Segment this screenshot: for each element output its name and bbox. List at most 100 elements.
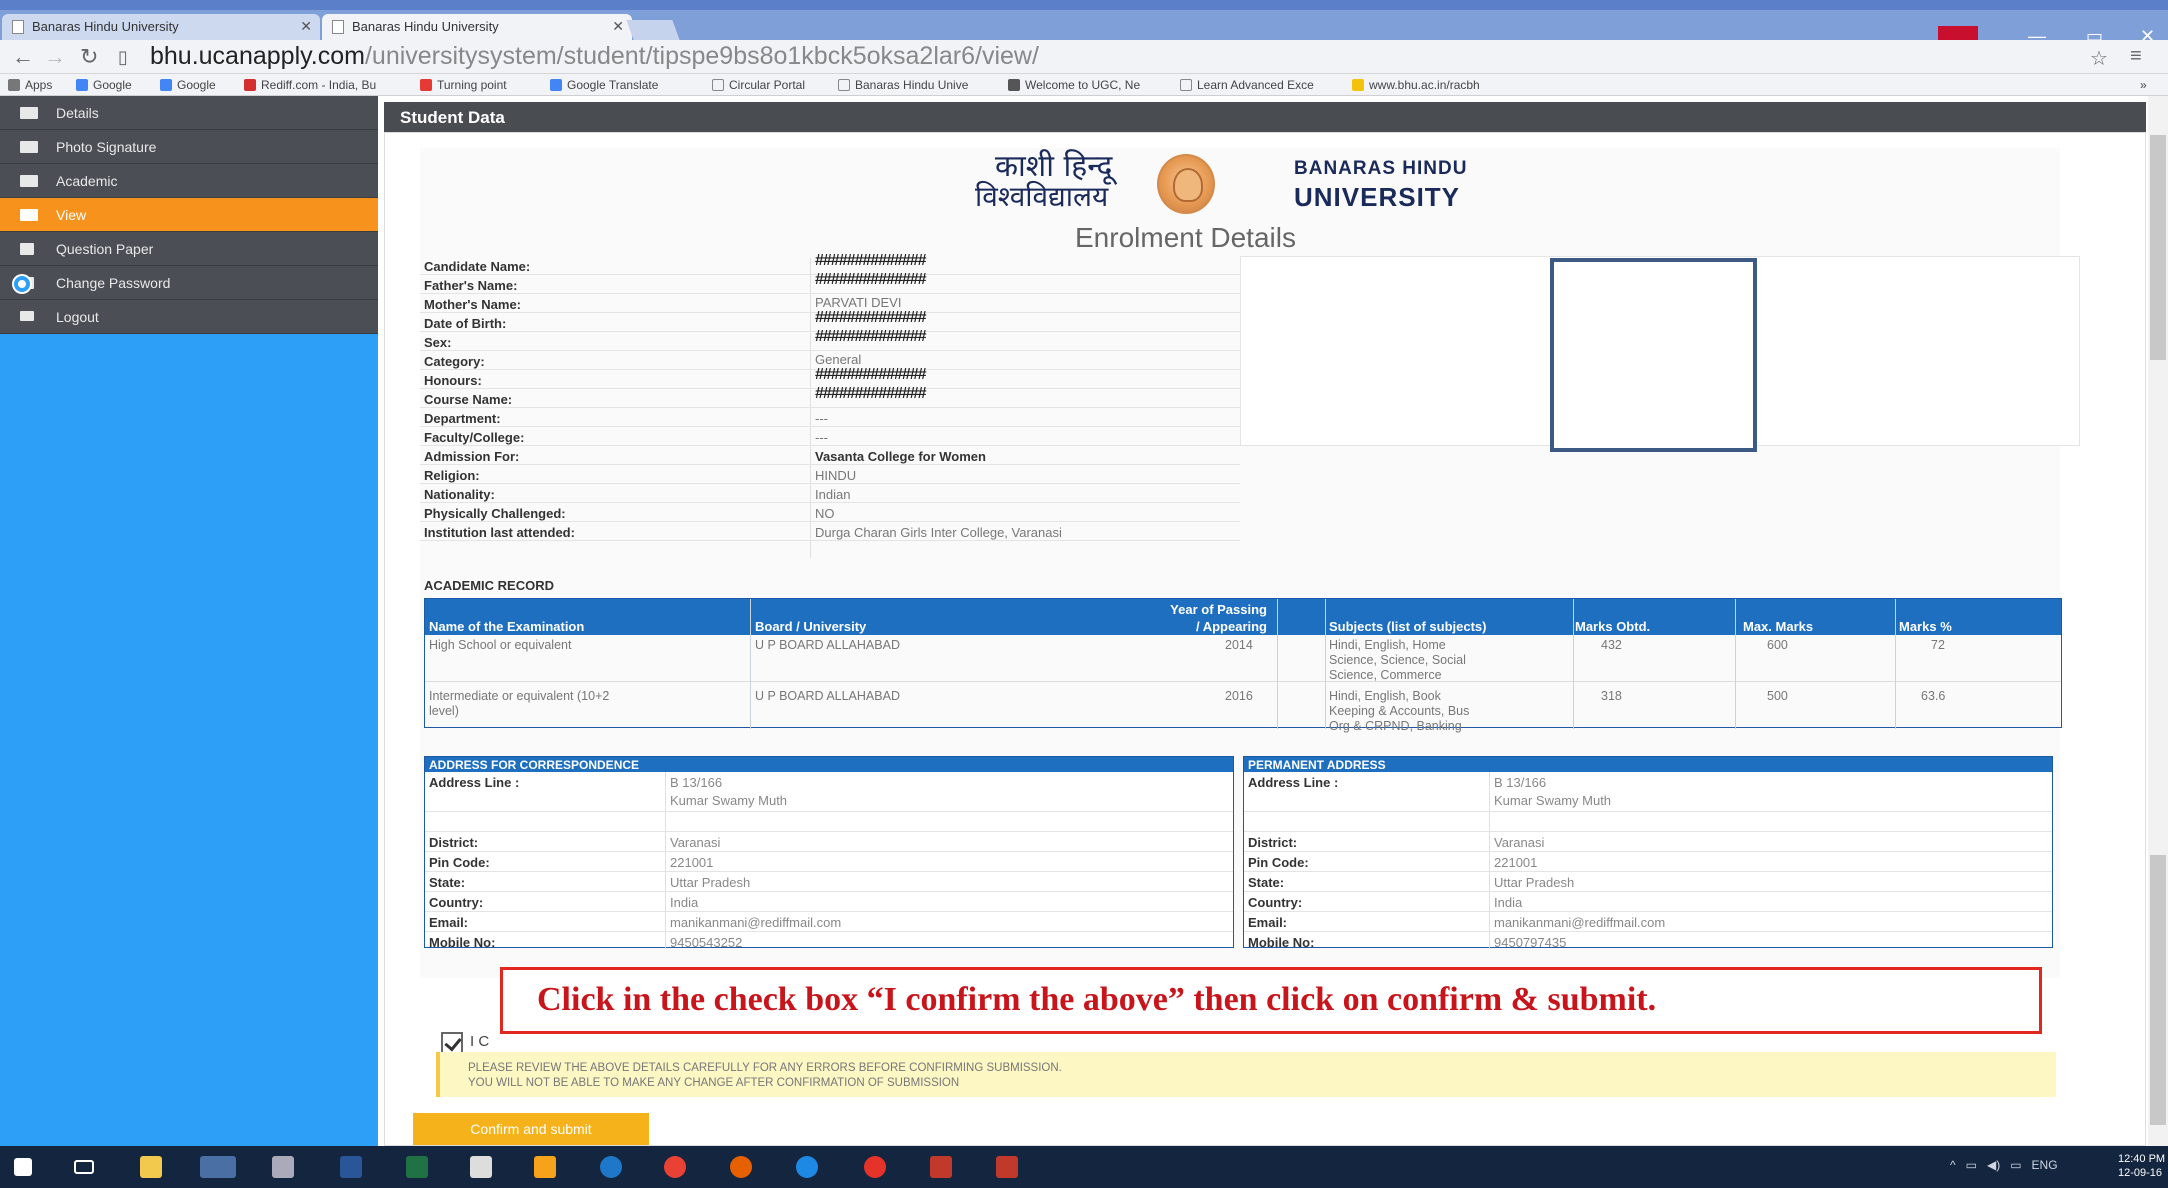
- confirm-submit-button[interactable]: Confirm and submit: [413, 1113, 649, 1145]
- back-icon[interactable]: ←: [12, 44, 34, 70]
- bookmark-circular-portal[interactable]: Circular Portal: [712, 78, 805, 92]
- bookmark-apps[interactable]: Apps: [8, 78, 52, 92]
- scrollbar-thumb-lower[interactable]: [2150, 855, 2166, 1125]
- tab-1[interactable]: Banaras Hindu University ✕: [2, 14, 320, 40]
- star-icon[interactable]: ☆: [2090, 46, 2108, 71]
- instruction-annotation: Click in the check box “I confirm the ab…: [500, 967, 2042, 1034]
- detail-row: Admission For: Vasanta College for Women: [420, 446, 1240, 465]
- detail-value: ##############: [815, 366, 927, 383]
- bookmark-rediff[interactable]: Rediff.com - India, Bu: [244, 78, 376, 92]
- detail-value: ##############: [815, 271, 927, 288]
- windows-start-icon[interactable]: [14, 1158, 32, 1176]
- detail-label: Nationality:: [424, 487, 495, 502]
- detail-value: Vasanta College for Women: [815, 449, 986, 464]
- col-exam: Name of the Examination: [429, 619, 585, 634]
- sidebar-item-academic[interactable]: Academic: [0, 164, 378, 198]
- close-icon[interactable]: ✕: [612, 18, 624, 35]
- bookmark-google-translate[interactable]: Google Translate: [550, 78, 658, 92]
- col-marks-pct: Marks %: [1899, 619, 1952, 634]
- col-subjects: Subjects (list of subjects): [1329, 619, 1487, 634]
- scrollbar-thumb[interactable]: [2150, 135, 2166, 360]
- bookmarks-bar: Apps Google Google Rediff.com - India, B…: [0, 74, 2168, 96]
- list-icon: [20, 107, 38, 119]
- detail-row: Father's Name: ##############: [420, 271, 1240, 294]
- bookmark-turning-point[interactable]: Turning point: [420, 78, 507, 92]
- list-icon: [20, 209, 38, 221]
- clock[interactable]: 12:40 PM 12-09-16: [2118, 1152, 2165, 1180]
- task-view-icon[interactable]: [74, 1160, 94, 1174]
- detail-label: Religion:: [424, 468, 480, 483]
- app-icon[interactable]: [930, 1156, 952, 1178]
- bookmark-google-2[interactable]: Google: [160, 78, 216, 92]
- detail-value: Durga Charan Girls Inter College, Varana…: [815, 525, 1062, 540]
- bookmark-learn-excel[interactable]: Learn Advanced Exce: [1180, 78, 1314, 92]
- sidebar-item-view[interactable]: View: [0, 198, 378, 232]
- file-explorer-icon[interactable]: [140, 1156, 162, 1178]
- warning-line-2: YOU WILL NOT BE ABLE TO MAKE ANY CHANGE …: [468, 1077, 960, 1089]
- app-icon[interactable]: [534, 1156, 556, 1178]
- edit-icon: [20, 243, 34, 255]
- detail-value: General: [815, 352, 862, 367]
- address-permanent-title: PERMANENT ADDRESS: [1244, 757, 2052, 772]
- opera-icon[interactable]: [864, 1156, 886, 1178]
- warning-line-1: PLEASE REVIEW THE ABOVE DETAILS CAREFULL…: [468, 1062, 1062, 1074]
- tab-2[interactable]: Banaras Hindu University ✕: [322, 14, 632, 40]
- detail-label: Physically Challenged:: [424, 506, 566, 521]
- url-input[interactable]: bhu.ucanapply.com/universitysystem/stude…: [150, 42, 1039, 71]
- calculator-icon[interactable]: [470, 1156, 492, 1178]
- bookmark-google-1[interactable]: Google: [76, 78, 132, 92]
- confirm-checkbox[interactable]: [441, 1032, 463, 1054]
- excel-icon[interactable]: [406, 1156, 428, 1178]
- reload-icon[interactable]: ↻: [80, 44, 98, 70]
- taskbar: ^ ▭ ◀) ▭ ENG 12:40 PM 12-09-16: [0, 1146, 2168, 1188]
- sidebar-item-logout[interactable]: Logout: [0, 300, 378, 334]
- academic-record-table: Name of the Examination Board / Universi…: [424, 598, 2062, 733]
- detail-label: Category:: [424, 354, 485, 369]
- address-correspondence: ADDRESS FOR CORRESPONDENCE Address Line …: [424, 756, 1234, 950]
- detail-value: Indian: [815, 487, 851, 502]
- sidebar-item-details[interactable]: Details: [0, 96, 378, 130]
- enrolment-title: Enrolment Details: [1075, 222, 1296, 253]
- firefox-icon[interactable]: [730, 1156, 752, 1178]
- detail-label: Date of Birth:: [424, 316, 507, 331]
- language-indicator[interactable]: ENG: [2032, 1158, 2058, 1172]
- confirm-checkbox-label[interactable]: I C: [470, 1033, 489, 1050]
- detail-value: ##############: [815, 385, 927, 402]
- sidebar-item-photo-signature[interactable]: Photo Signature: [0, 130, 378, 164]
- tab-1-label: Banaras Hindu University: [32, 19, 179, 34]
- app-icon[interactable]: [200, 1156, 236, 1178]
- ie-icon[interactable]: [796, 1156, 818, 1178]
- table-row: Intermediate or equivalent (10+2 level) U…: [429, 689, 1946, 733]
- app-icon[interactable]: [272, 1156, 294, 1178]
- detail-label: Mother's Name:: [424, 297, 521, 312]
- bookmark-bhu[interactable]: Banaras Hindu Unive: [838, 78, 968, 92]
- address-correspondence-title: ADDRESS FOR CORRESPONDENCE: [425, 757, 1233, 772]
- table-row: High School or equivalent U P BOARD ALLA…: [425, 635, 2061, 682]
- forward-icon[interactable]: →: [44, 44, 66, 70]
- detail-value: ##############: [815, 252, 927, 269]
- new-tab-button[interactable]: [626, 20, 680, 40]
- address-bar: ← → ↻ ▯ bhu.ucanapply.com/universitysyst…: [0, 40, 2168, 74]
- detail-label: Department:: [424, 411, 501, 426]
- sidebar-item-change-password[interactable]: Change Password: [0, 266, 378, 300]
- chrome-icon[interactable]: [664, 1156, 686, 1178]
- photo-placeholder: [1550, 258, 1757, 452]
- bookmark-ugc[interactable]: Welcome to UGC, Ne: [1008, 78, 1140, 92]
- menu-icon[interactable]: ≡: [2130, 45, 2142, 68]
- list-icon: [20, 141, 38, 153]
- panel-title: Student Data: [384, 102, 2146, 132]
- sidebar-item-question-paper[interactable]: Question Paper: [0, 232, 378, 266]
- detail-label: Honours:: [424, 373, 482, 388]
- word-icon[interactable]: [340, 1156, 362, 1178]
- bookmark-bhu-racbh[interactable]: www.bhu.ac.in/racbh: [1352, 78, 1480, 92]
- detail-value: ---: [815, 430, 828, 445]
- close-icon[interactable]: ✕: [300, 18, 312, 35]
- app-icon[interactable]: [996, 1156, 1018, 1178]
- system-tray: ^ ▭ ◀) ▭ ENG: [1950, 1158, 2058, 1172]
- detail-row: Sex: ##############: [420, 328, 1240, 351]
- more-bookmarks-icon[interactable]: »: [2140, 78, 2147, 92]
- page-icon: ▯: [118, 47, 128, 67]
- sidebar-toggle-icon[interactable]: [14, 276, 30, 292]
- app-icon[interactable]: [600, 1156, 622, 1178]
- url-path: /universitysystem/student/tipspe9bs8o1kb…: [364, 42, 1039, 70]
